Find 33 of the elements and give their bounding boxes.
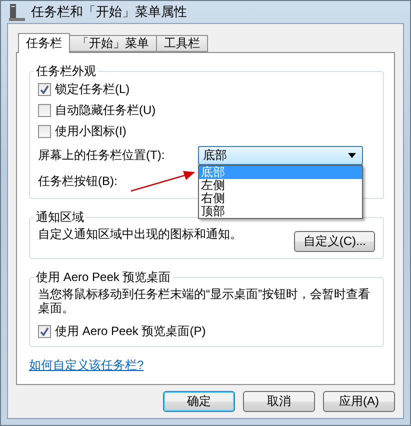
caret-icon <box>348 152 356 158</box>
dialog-button[interactable]: 取消 <box>243 391 315 412</box>
checkbox[interactable] <box>38 83 51 96</box>
checkbox[interactable] <box>38 125 51 138</box>
customize-button[interactable]: 自定义(C)... <box>294 231 375 252</box>
checkbox-label: 使用小图标(I) <box>55 123 126 140</box>
tab[interactable]: 「开始」菜单 <box>69 35 157 52</box>
tab[interactable]: 任务栏 <box>18 33 70 53</box>
checkbox[interactable] <box>38 104 51 117</box>
checkbox[interactable] <box>38 325 51 338</box>
check-icon <box>40 327 49 336</box>
window-title: 任务栏和「开始」菜单属性 <box>31 3 187 21</box>
dialog-button[interactable]: 确定 <box>163 391 235 412</box>
checkbox-label: 锁定任务栏(L) <box>55 81 130 98</box>
checkbox-label: 使用 Aero Peek 预览桌面(P) <box>55 323 206 340</box>
tab[interactable]: 工具栏 <box>156 35 208 52</box>
checkbox-label: 自动隐藏任务栏(U) <box>55 102 156 119</box>
dropdown-option[interactable]: 左侧 <box>199 178 362 192</box>
group-title: 任务栏外观 <box>35 63 97 80</box>
dropdown-option[interactable]: 顶部 <box>199 204 362 218</box>
dialog-button[interactable]: 应用(A) <box>323 391 395 412</box>
description-text: 当您将鼠标移动到任务栏末端的“显示桌面”按钮时，会暂时查看桌面。 <box>38 287 371 315</box>
field-label: 屏幕上的任务栏位置(T): <box>38 146 165 164</box>
group-title: 通知区域 <box>35 209 85 226</box>
check-icon <box>40 85 49 94</box>
position-dropdown[interactable]: 底部 <box>198 146 363 164</box>
help-link[interactable]: 如何自定义该任务栏? <box>29 358 144 372</box>
dropdown-option[interactable]: 右侧 <box>199 192 362 204</box>
annotation-arrow <box>130 170 196 192</box>
description-text: 自定义通知区域中出现的图标和通知。 <box>38 227 242 241</box>
computer-icon <box>9 3 25 21</box>
field-label: 任务栏按钮(B): <box>38 172 118 190</box>
group-title: 使用 Aero Peek 预览桌面 <box>35 269 172 286</box>
